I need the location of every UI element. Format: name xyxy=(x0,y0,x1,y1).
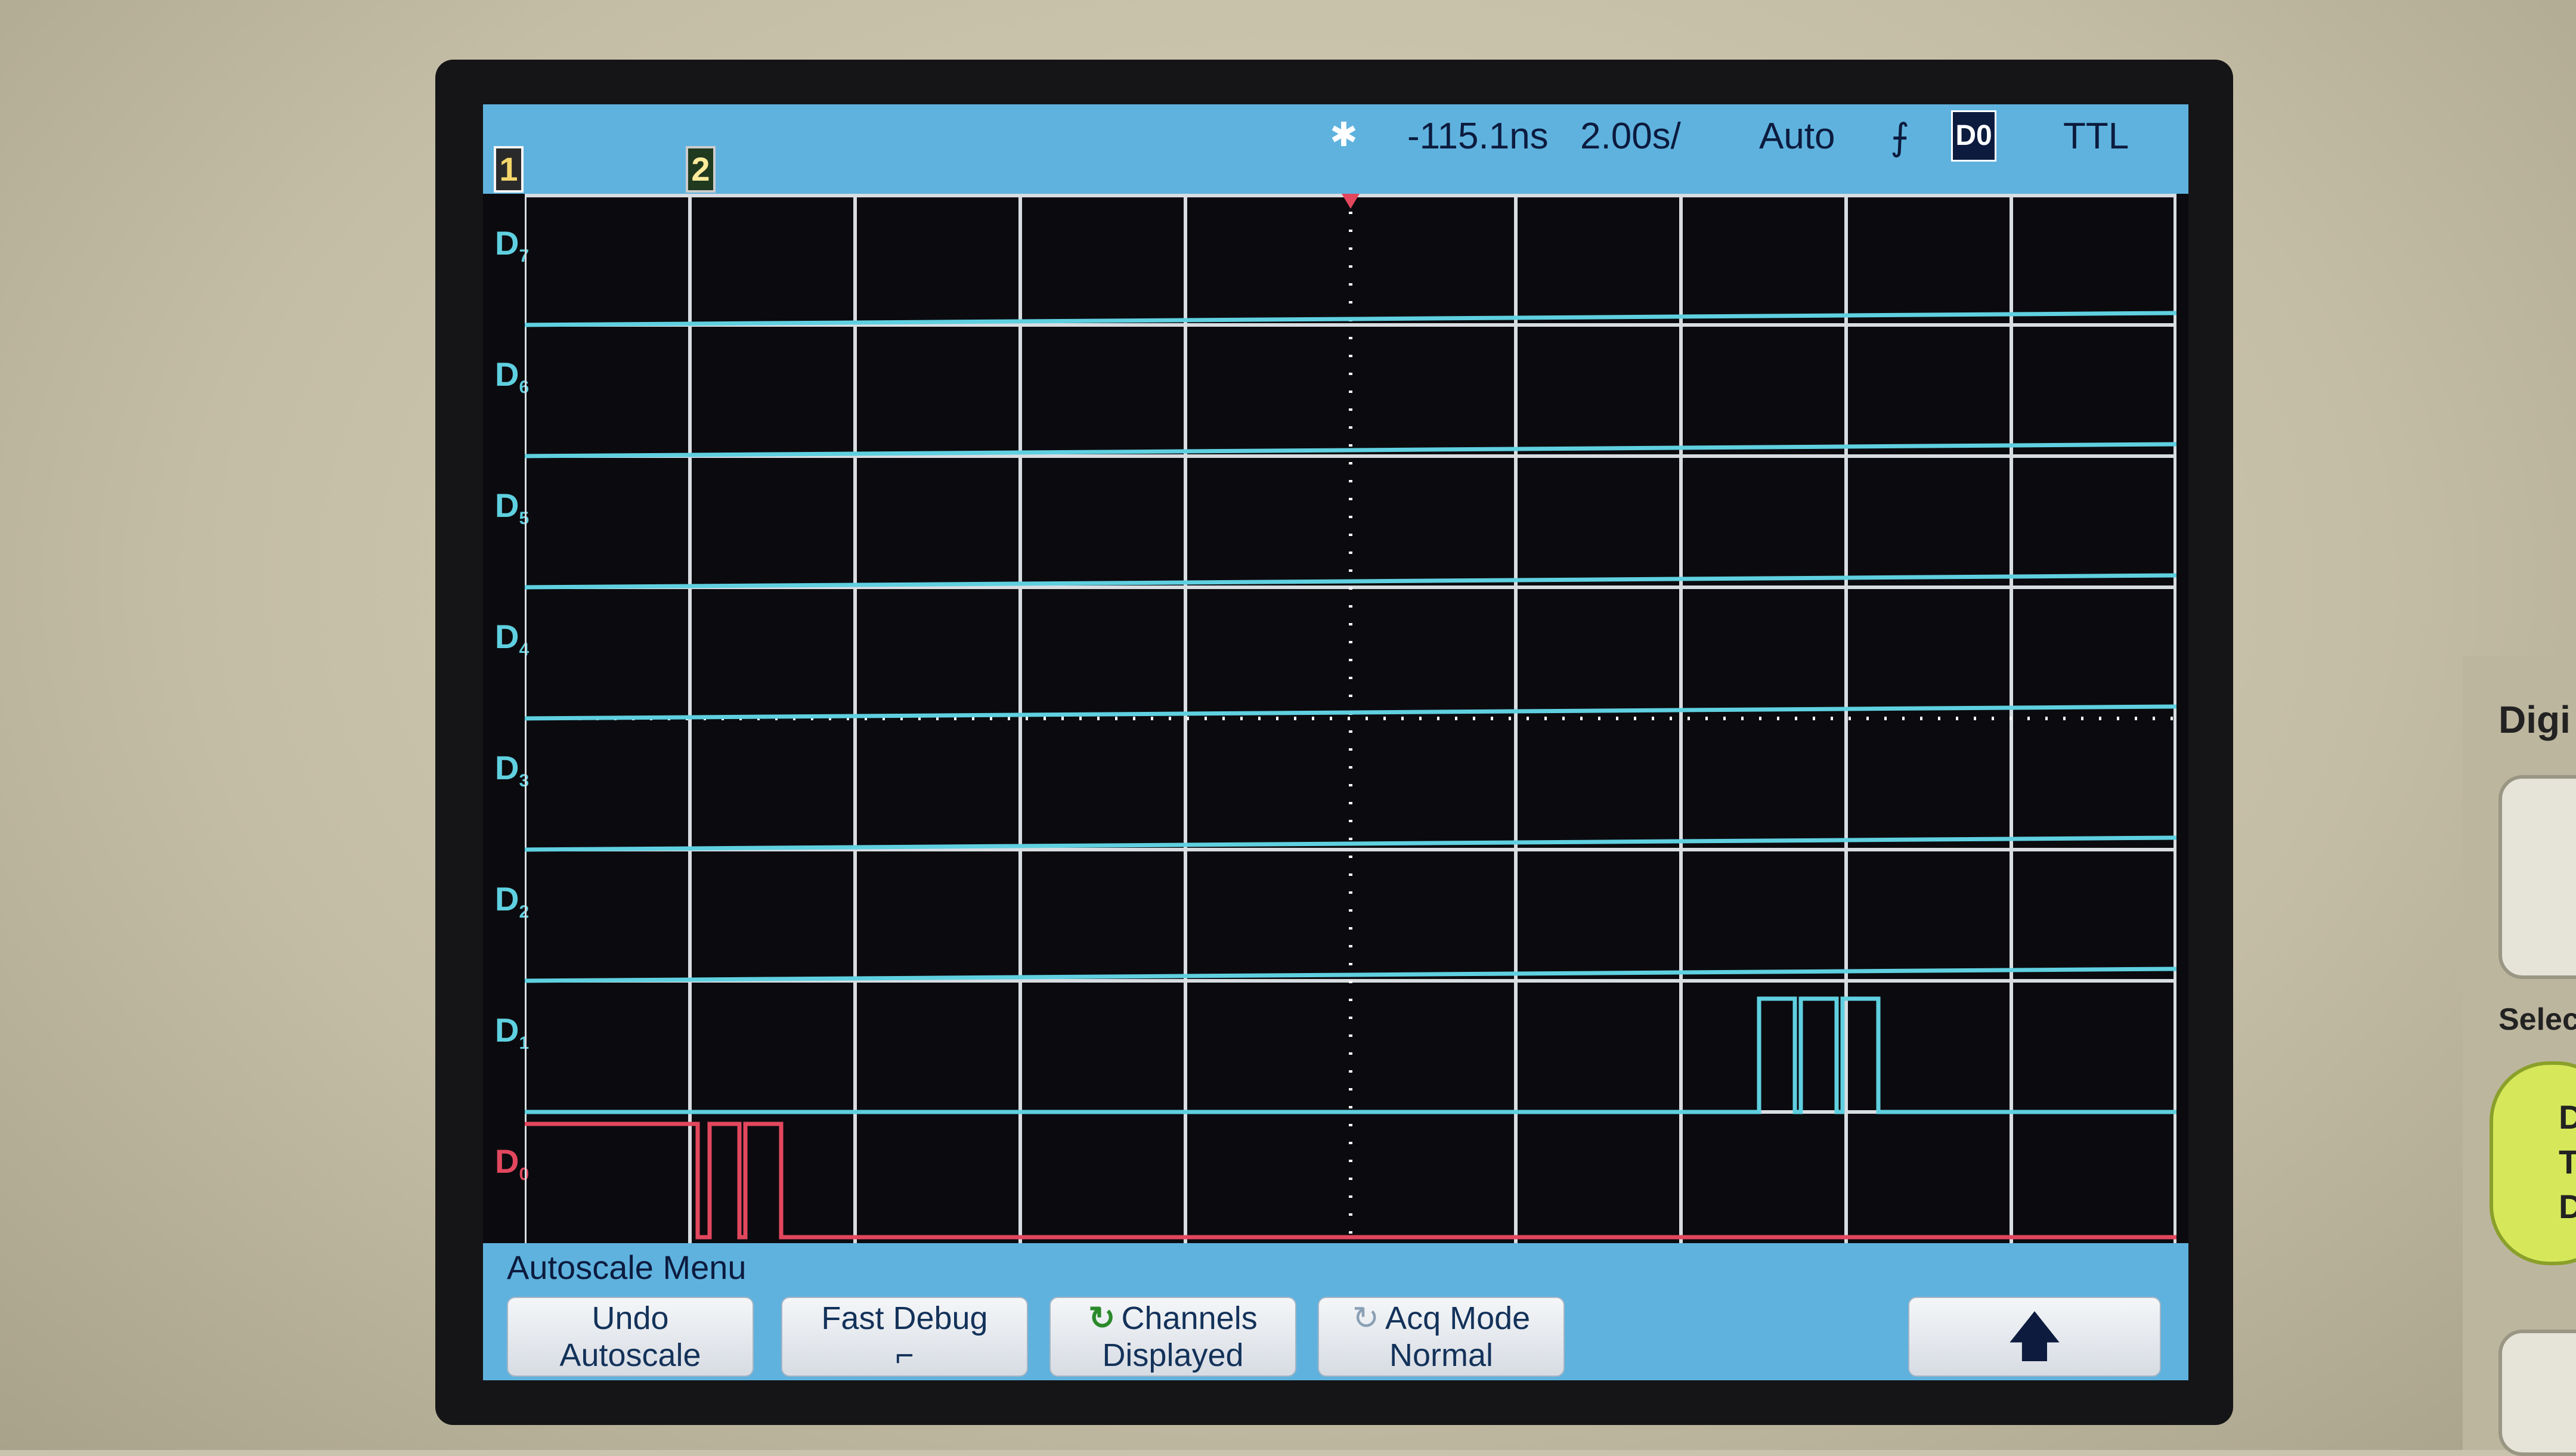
channel-label-d0: D0 xyxy=(495,1142,529,1185)
scope-screen: 1 2 ✱ -115.1ns 2.00s/ Auto ⨍ D0 TTL D7 D… xyxy=(483,104,2188,1380)
threshold-readout[interactable]: TTL xyxy=(2063,115,2129,157)
digital-button[interactable] xyxy=(2498,775,2576,979)
channel-label-d5: D5 xyxy=(495,486,529,529)
d3-letter: D xyxy=(495,749,519,786)
status-bar: 1 2 ✱ -115.1ns 2.00s/ Auto ⨍ D0 TTL xyxy=(483,104,2188,194)
softkey-bar: Autoscale Menu Undo Autoscale Fast Debug… xyxy=(483,1243,2188,1380)
trace-d4 xyxy=(525,704,2176,721)
digital-section-label: Digi xyxy=(2498,698,2571,741)
trace-d0 xyxy=(525,1122,2176,1240)
acq-mode-button[interactable]: ↻ Acq Mode Normal xyxy=(1318,1297,1565,1377)
channel-1-indicator[interactable]: 1 xyxy=(494,146,524,193)
knob-text-3: D xyxy=(2559,1188,2576,1225)
d7-letter: D xyxy=(495,224,519,262)
knob-text-2: T xyxy=(2559,1143,2576,1181)
channel-label-d1: D1 xyxy=(495,1011,529,1054)
channel-2-indicator[interactable]: 2 xyxy=(686,146,716,193)
undo-line-1: Undo xyxy=(592,1300,669,1336)
rotate-icon: ↻ xyxy=(1088,1300,1116,1336)
trace-d1 xyxy=(525,996,2176,1114)
digital-traces xyxy=(525,311,2176,1114)
select-label: Selec xyxy=(2498,1002,2576,1037)
d4-letter: D xyxy=(495,618,519,655)
channels-label: Channels xyxy=(1121,1300,1258,1336)
checkbox-icon: ⌐ xyxy=(895,1337,914,1373)
lower-panel-button[interactable] xyxy=(2498,1330,2576,1456)
channel-label-d7: D7 xyxy=(495,224,529,267)
acq-mode-label: Acq Mode xyxy=(1385,1300,1531,1336)
delay-readout[interactable]: -115.1ns xyxy=(1407,115,1549,157)
d0-letter: D xyxy=(495,1142,519,1180)
menu-title: Autoscale Menu xyxy=(507,1249,747,1286)
channels-displayed-button[interactable]: ↻ Channels Displayed xyxy=(1049,1297,1296,1377)
trigger-source[interactable]: D0 xyxy=(1951,110,1996,162)
trigger-mode[interactable]: Auto xyxy=(1759,115,1835,157)
trigger-slope-icon: ⨍ xyxy=(1890,117,1910,158)
acq-mode-value: Normal xyxy=(1389,1337,1494,1373)
d6-letter: D xyxy=(495,355,519,393)
menu-up-button[interactable]: 🡅 xyxy=(1908,1297,2161,1377)
waveform-graticule xyxy=(525,194,2176,1243)
undo-autoscale-button[interactable]: Undo Autoscale xyxy=(507,1297,754,1377)
d5-letter: D xyxy=(495,487,519,524)
d2-letter: D xyxy=(495,880,519,918)
up-arrow-icon: 🡅 xyxy=(2007,1307,2063,1367)
sun-icon: ✱ xyxy=(1330,116,1358,153)
channel-label-d6: D6 xyxy=(495,355,529,398)
d1-letter: D xyxy=(495,1011,519,1049)
trigger-marker xyxy=(1342,194,1360,209)
undo-line-2: Autoscale xyxy=(559,1337,701,1373)
select-knob[interactable]: D T D xyxy=(2490,1061,2576,1265)
fast-debug-label: Fast Debug xyxy=(821,1300,988,1336)
channel-label-d3: D3 xyxy=(495,748,529,791)
channel-label-d2: D2 xyxy=(495,879,529,922)
fast-debug-button[interactable]: Fast Debug ⌐ xyxy=(781,1297,1028,1377)
knob-text-1: D xyxy=(2559,1098,2576,1136)
displayed-label: Displayed xyxy=(1102,1337,1244,1373)
timebase-readout[interactable]: 2.00s/ xyxy=(1580,115,1681,157)
channel-label-d4: D4 xyxy=(495,617,529,660)
rotate-icon: ↻ xyxy=(1352,1300,1380,1336)
